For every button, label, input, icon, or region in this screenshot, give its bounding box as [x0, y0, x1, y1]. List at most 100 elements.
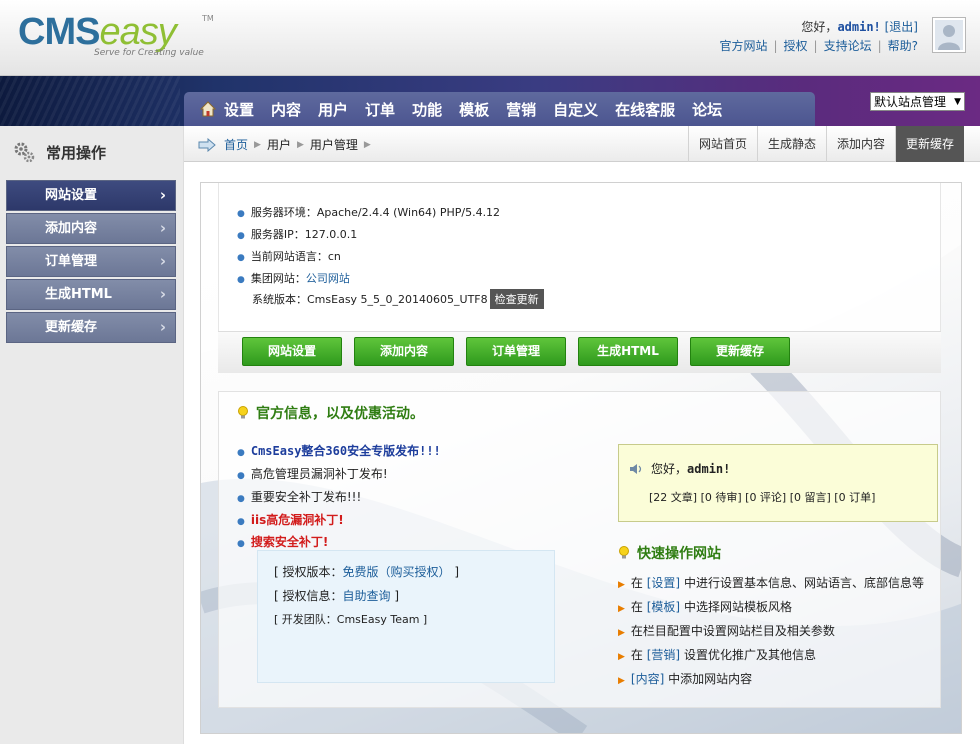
news-panel: 官方信息，以及优惠活动。 ● CmsEasy整合360安全专版发布!!! ● 高危管… [218, 391, 941, 708]
arrow-icon: ▶ [618, 676, 625, 686]
sidebar-item-label: 添加内容 [45, 221, 98, 236]
order-management-button[interactable]: 订单管理 [466, 337, 566, 366]
quick-op-item: ▶ 在栏目配置中设置网站栏目及相关参数 [618, 622, 835, 639]
avatar[interactable] [932, 17, 966, 53]
sidebar-item-generate-html[interactable]: 生成HTML › [6, 279, 176, 310]
support-forum-link[interactable]: 支持论坛 [824, 39, 872, 53]
chevron-right-icon: › [159, 318, 166, 336]
tab-update-cache[interactable]: 更新缓存 [894, 126, 964, 162]
sidebar-item-site-settings[interactable]: 网站设置 › [6, 180, 176, 211]
nav-orders[interactable]: 订单 [365, 99, 395, 120]
breadcrumb-bar: 首页 ▶ 用户 ▶ 用户管理 ▶ 网站首页 生成静态 添加内容 更新缓存 [184, 126, 980, 162]
breadcrumb-home[interactable]: 首页 [224, 136, 248, 153]
sidebar: 常用操作 网站设置 › 添加内容 › 订单管理 › 生成HTML › 更新缓存 › [0, 126, 184, 744]
sidebar-item-label: 生成HTML [45, 287, 112, 302]
license-version-link[interactable]: 免费版（购买授权） [343, 565, 451, 579]
license-link[interactable]: 授权 [784, 39, 808, 53]
site-language-label: 当前网站语言： [250, 250, 328, 263]
bullet-icon: ● [237, 231, 245, 241]
official-site-link[interactable]: 官方网站 [719, 39, 767, 53]
license-info-link[interactable]: 自助查询 [343, 589, 391, 603]
cmseasy-logo[interactable]: CMSeasy TM Serve for Creating value [18, 11, 214, 58]
news-item[interactable]: ● 搜索安全补丁! [237, 533, 328, 550]
nav-tabs: 设置 内容 用户 订单 功能 模板 营销 自定义 在线客服 论坛 [184, 92, 815, 126]
sidebar-item-label: 订单管理 [45, 254, 98, 269]
site-select[interactable]: 默认站点管理 ▼ [870, 92, 965, 111]
news-item[interactable]: ● CmsEasy整合360安全专版发布!!! [237, 442, 441, 459]
quick-op-pre: 在 [630, 600, 647, 614]
quick-op-text: 在栏目配置中设置网站栏目及相关参数 [630, 624, 835, 638]
sidebar-item-add-content[interactable]: 添加内容 › [6, 213, 176, 244]
help-link[interactable]: 帮助? [888, 39, 918, 53]
bullet-icon: ● [237, 448, 245, 458]
news-title-text: 官方信息，以及优惠活动。 [256, 406, 424, 422]
nav-users[interactable]: 用户 [318, 99, 348, 120]
welcome-greeting: 您好， [651, 462, 688, 476]
add-content-button[interactable]: 添加内容 [354, 337, 454, 366]
server-env-line: ● 服务器环境：Apache/2.4.4 (Win64) PHP/5.4.12 [237, 204, 500, 220]
arrow-icon: ▶ [618, 580, 625, 590]
home-icon[interactable] [200, 101, 216, 117]
quick-op-link[interactable]: [营销] [647, 648, 680, 662]
breadcrumb-separator-icon: ▶ [296, 139, 304, 150]
nav-templates[interactable]: 模板 [459, 99, 489, 120]
nav-online-service[interactable]: 在线客服 [615, 99, 675, 120]
gears-icon [14, 142, 35, 163]
quick-op-text: 中添加网站内容 [664, 672, 753, 686]
breadcrumb-user-management: 用户管理 [309, 138, 358, 152]
nav-custom[interactable]: 自定义 [553, 99, 598, 120]
breadcrumb-users[interactable]: 用户 [267, 136, 291, 153]
arrow-right-icon [198, 137, 216, 152]
group-site-line: ● 集团网站：公司网站 [237, 270, 350, 286]
quick-op-item: ▶ [内容] 中添加网站内容 [618, 670, 752, 687]
news-item[interactable]: ● iis高危漏洞补丁! [237, 511, 344, 528]
news-section-title: 官方信息，以及优惠活动。 [237, 403, 424, 423]
site-settings-button[interactable]: 网站设置 [242, 337, 342, 366]
arrow-icon: ▶ [618, 604, 625, 614]
tab-site-home[interactable]: 网站首页 [687, 126, 757, 162]
news-item[interactable]: ● 高危管理员漏洞补丁发布! [237, 465, 388, 482]
sidebar-item-order-management[interactable]: 订单管理 › [6, 246, 176, 277]
license-info-end: ] [390, 589, 400, 603]
quick-op-item: ▶ 在 [营销] 设置优化推广及其他信息 [618, 646, 816, 663]
nav-content[interactable]: 内容 [271, 99, 301, 120]
user-silhouette-icon [935, 20, 963, 50]
generate-html-button[interactable]: 生成HTML [578, 337, 678, 366]
quick-op-link[interactable]: [模板] [647, 600, 680, 614]
nav-settings[interactable]: 设置 [224, 99, 254, 120]
bullet-icon: ● [237, 275, 245, 285]
nav-marketing[interactable]: 营销 [506, 99, 536, 120]
quick-op-item: ▶ 在 [设置] 中进行设置基本信息、网站语言、底部信息等 [618, 574, 924, 591]
quick-op-link[interactable]: [设置] [647, 576, 680, 590]
quick-op-link[interactable]: [内容] [631, 672, 664, 686]
nav-decoration [0, 76, 180, 126]
update-cache-button[interactable]: 更新缓存 [690, 337, 790, 366]
quick-op-text: 中进行设置基本信息、网站语言、底部信息等 [680, 576, 924, 590]
user-name: admin! [837, 20, 881, 34]
news-item[interactable]: ● 重要安全补丁发布!!! [237, 488, 361, 505]
separator: | [813, 39, 818, 53]
logout-link[interactable]: [退出] [885, 20, 918, 34]
server-ip-value: 127.0.0.1 [304, 228, 358, 241]
arrow-icon: ▶ [618, 652, 625, 662]
server-env-label: 服务器环境： [250, 206, 317, 219]
nav-functions[interactable]: 功能 [412, 99, 442, 120]
bullet-icon: ● [237, 209, 245, 219]
breadcrumb-separator-icon: ▶ [254, 139, 261, 150]
nav-forum[interactable]: 论坛 [692, 99, 722, 120]
bullet-icon: ● [237, 539, 245, 549]
welcome-box: 您好， admin! [22 文章] [0 待审] [0 评论] [0 留言] [… [618, 444, 938, 522]
tab-generate-static[interactable]: 生成静态 [756, 126, 826, 162]
check-update-button[interactable]: 检查更新 [489, 289, 544, 309]
main-navbar: 设置 内容 用户 订单 功能 模板 营销 自定义 在线客服 论坛 默认站点管理 … [0, 76, 980, 126]
sidebar-item-label: 更新缓存 [45, 320, 98, 335]
sidebar-header: 常用操作 [0, 126, 183, 178]
tab-add-content[interactable]: 添加内容 [825, 126, 895, 162]
logo-easy-text: easy [99, 11, 176, 53]
license-version-line: [ 授权版本：免费版（购买授权） ] [274, 563, 459, 580]
chevron-right-icon: › [159, 285, 166, 303]
server-env-value: Apache/2.4.4 (Win64) PHP/5.4.12 [316, 206, 501, 219]
sidebar-item-update-cache[interactable]: 更新缓存 › [6, 312, 176, 343]
quick-op-text: 设置优化推广及其他信息 [680, 648, 816, 662]
group-site-link[interactable]: 公司网站 [306, 272, 350, 285]
